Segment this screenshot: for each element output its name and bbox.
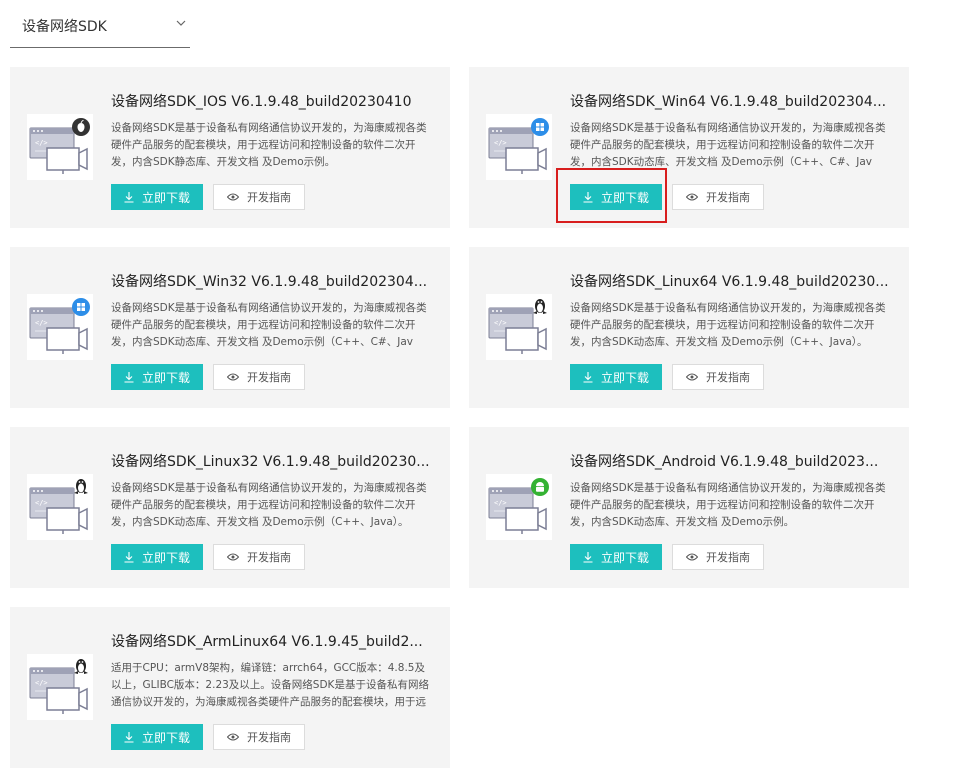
download-icon	[124, 551, 134, 563]
eye-icon	[686, 373, 698, 381]
download-icon	[124, 731, 134, 743]
download-icon	[583, 191, 593, 203]
download-label: 立即下载	[141, 370, 190, 385]
guide-label: 开发指南	[247, 731, 291, 744]
download-button[interactable]: 立即下载	[111, 724, 203, 750]
sdk-thumbnail-icon: </>	[488, 299, 547, 354]
eye-icon	[227, 193, 239, 201]
sdk-title: 设备网络SDK_Linux64 V6.1.9.48_build20230...	[570, 274, 889, 290]
sdk-thumbnail-icon: </>	[29, 118, 90, 174]
sdk-card: </> 设备网络SDK_Win64 V6.1.9.48_build202304.…	[469, 67, 909, 228]
sdk-card: </> 设备网络SDK_Win32 V6.1.9.48_build202304.…	[10, 247, 450, 408]
sdk-description: 设备网络SDK是基于设备私有网络通信协议开发的，为海康威视各类硬件产品服务的配套…	[570, 482, 886, 528]
download-label: 立即下载	[141, 550, 190, 565]
download-icon	[124, 371, 134, 383]
sdk-description: 设备网络SDK是基于设备私有网络通信协议开发的，为海康威视各类硬件产品服务的配套…	[111, 482, 427, 528]
sdk-thumbnail: </>	[27, 654, 93, 720]
sdk-card: </> 设备网络SDK_Android V6.1.9.48_build2023.…	[469, 427, 909, 588]
eye-icon	[227, 373, 239, 381]
sdk-card: </> 设备网络SDK_Linux64 V6.1.9.48_build20230…	[469, 247, 909, 408]
dev-guide-button[interactable]: 开发指南	[672, 544, 764, 570]
download-label: 立即下载	[141, 190, 190, 205]
sdk-description: 设备网络SDK是基于设备私有网络通信协议开发的，为海康威视各类硬件产品服务的配套…	[111, 122, 427, 168]
guide-label: 开发指南	[706, 371, 750, 384]
eye-icon	[227, 733, 239, 741]
eye-icon	[686, 553, 698, 561]
svg-text:</>: </>	[494, 499, 507, 507]
svg-text:</>: </>	[35, 319, 48, 327]
download-icon	[124, 191, 134, 203]
download-button[interactable]: 立即下载	[111, 184, 203, 210]
linux-icon	[74, 659, 88, 674]
download-label: 立即下载	[141, 730, 190, 745]
download-button[interactable]: 立即下载	[111, 364, 203, 390]
apple-icon	[72, 118, 90, 136]
windows-icon	[72, 298, 90, 316]
linux-icon	[74, 479, 88, 494]
sdk-thumbnail: </>	[486, 474, 552, 540]
sdk-thumbnail-icon: </>	[29, 479, 88, 534]
download-label: 立即下载	[600, 550, 649, 565]
svg-text:</>: </>	[494, 319, 507, 327]
guide-label: 开发指南	[706, 551, 750, 564]
sdk-title: 设备网络SDK_ArmLinux64 V6.1.9.45_build2...	[111, 634, 423, 650]
sdk-thumbnail: </>	[27, 294, 93, 360]
download-label: 立即下载	[600, 370, 649, 385]
sdk-thumbnail: </>	[27, 474, 93, 540]
download-button[interactable]: 立即下载	[570, 544, 662, 570]
sdk-description: 设备网络SDK是基于设备私有网络通信协议开发的，为海康威视各类硬件产品服务的配套…	[570, 302, 886, 348]
download-icon	[583, 371, 593, 383]
sdk-thumbnail: </>	[486, 114, 552, 180]
download-button[interactable]: 立即下载	[570, 364, 662, 390]
sdk-thumbnail-icon: </>	[29, 298, 90, 354]
sdk-title: 设备网络SDK_Linux32 V6.1.9.48_build20230...	[111, 454, 430, 470]
sdk-title: 设备网络SDK_Win32 V6.1.9.48_build202304...	[111, 274, 428, 290]
dropdown-selected-label: 设备网络SDK	[22, 19, 107, 35]
sdk-title: 设备网络SDK_Win64 V6.1.9.48_build202304...	[570, 94, 887, 110]
dev-guide-button[interactable]: 开发指南	[672, 364, 764, 390]
svg-text:</>: </>	[35, 499, 48, 507]
sdk-card: </> 设备网络SDK_IOS V6.1.9.48_build20230410 …	[10, 67, 450, 228]
sdk-thumbnail: </>	[486, 294, 552, 360]
sdk-thumbnail-icon: </>	[29, 659, 88, 714]
download-icon	[583, 551, 593, 563]
download-label: 立即下载	[600, 190, 649, 205]
sdk-description: 设备网络SDK是基于设备私有网络通信协议开发的，为海康威视各类硬件产品服务的配套…	[570, 122, 886, 168]
svg-text:</>: </>	[35, 139, 48, 147]
sdk-card: </> 设备网络SDK_ArmLinux64 V6.1.9.45_build2.…	[10, 607, 450, 768]
svg-text:</>: </>	[494, 139, 507, 147]
sdk-description: 适用于CPU：armV8架构，编译链：arrch64，GCC版本：4.8.5及以…	[111, 662, 429, 708]
windows-icon	[531, 118, 549, 136]
eye-icon	[686, 193, 698, 201]
linux-icon	[533, 299, 547, 314]
sdk-thumbnail: </>	[27, 114, 93, 180]
sdk-title: 设备网络SDK_Android V6.1.9.48_build2023...	[570, 454, 879, 470]
sdk-title: 设备网络SDK_IOS V6.1.9.48_build20230410	[111, 94, 412, 110]
android-icon	[531, 478, 549, 496]
guide-label: 开发指南	[706, 191, 750, 204]
sdk-description: 设备网络SDK是基于设备私有网络通信协议开发的，为海康威视各类硬件产品服务的配套…	[111, 302, 427, 348]
guide-label: 开发指南	[247, 371, 291, 384]
svg-text:</>: </>	[35, 679, 48, 687]
download-button[interactable]: 立即下载	[570, 184, 662, 210]
download-button[interactable]: 立即下载	[111, 544, 203, 570]
dev-guide-button[interactable]: 开发指南	[213, 544, 305, 570]
sdk-thumbnail-icon: </>	[488, 478, 549, 534]
sdk-thumbnail-icon: </>	[488, 118, 549, 174]
chevron-down-icon	[176, 20, 186, 26]
guide-label: 开发指南	[247, 191, 291, 204]
dev-guide-button[interactable]: 开发指南	[213, 364, 305, 390]
guide-label: 开发指南	[247, 551, 291, 564]
dev-guide-button[interactable]: 开发指南	[213, 184, 305, 210]
dev-guide-button[interactable]: 开发指南	[213, 724, 305, 750]
sdk-category-dropdown[interactable]: 设备网络SDK	[10, 0, 190, 48]
dev-guide-button[interactable]: 开发指南	[672, 184, 764, 210]
sdk-card: </> 设备网络SDK_Linux32 V6.1.9.48_build20230…	[10, 427, 450, 588]
eye-icon	[227, 553, 239, 561]
